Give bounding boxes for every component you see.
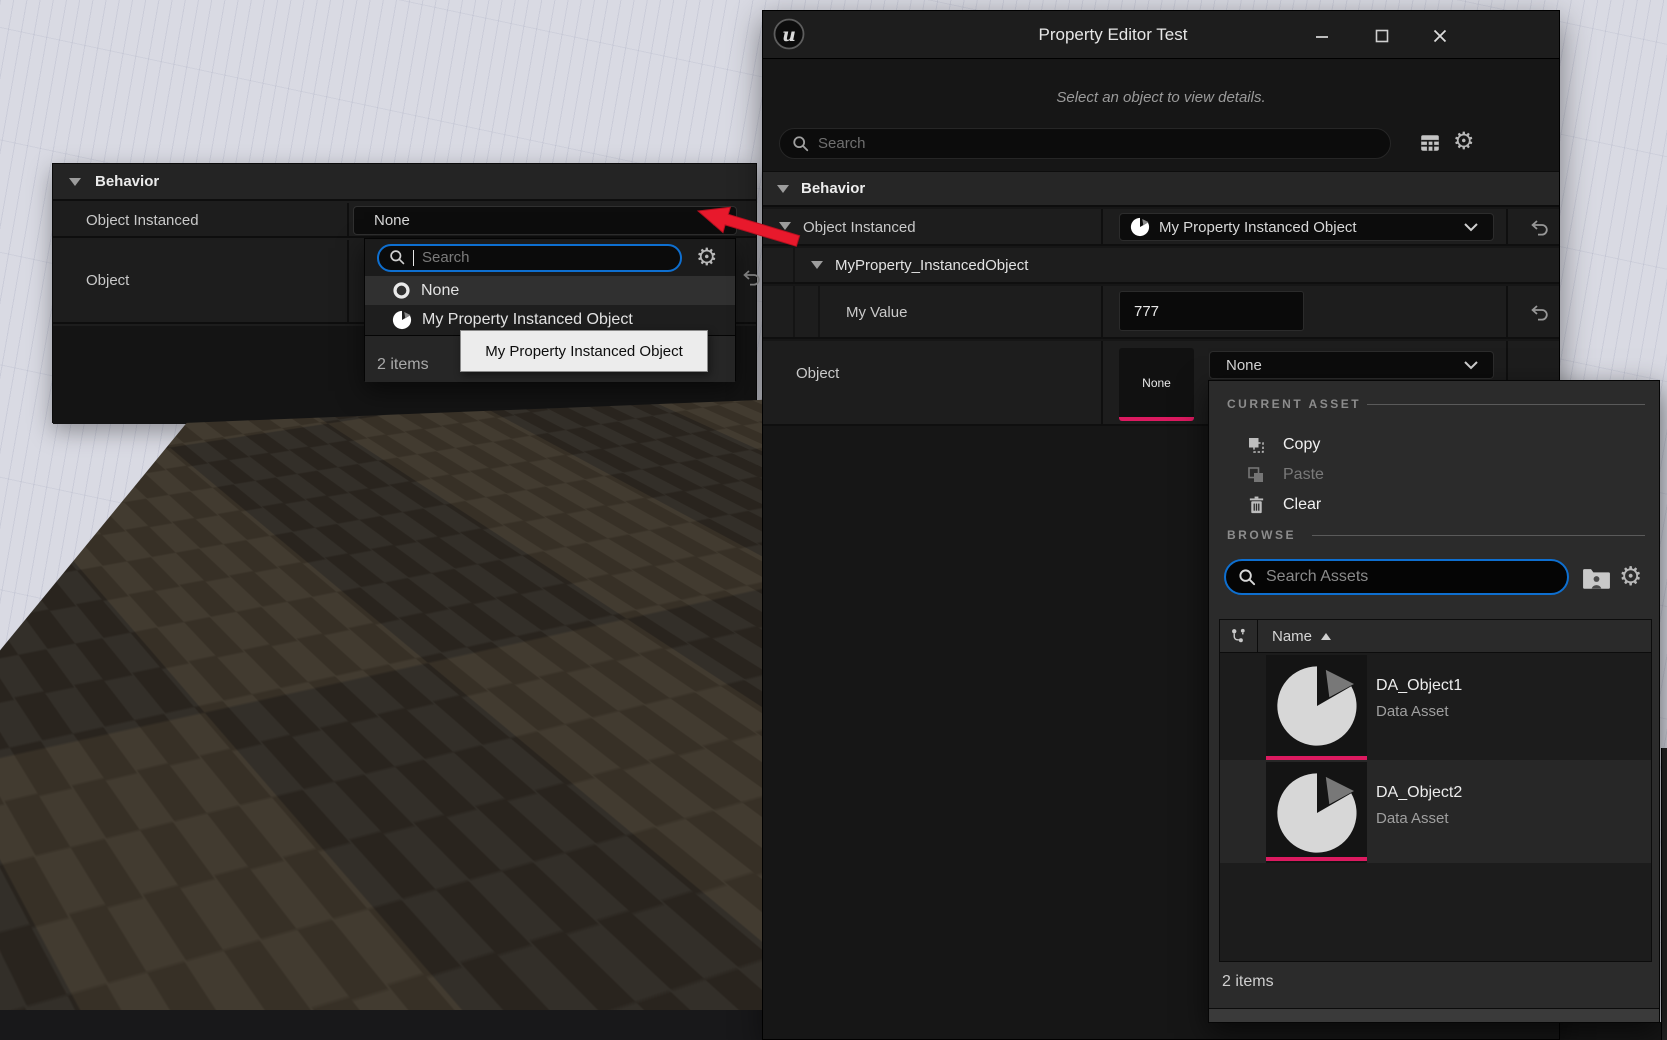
collapse-caret-icon[interactable]	[777, 185, 789, 193]
close-button[interactable]	[1427, 25, 1453, 47]
unreal-engine-logo-icon: u	[772, 17, 806, 51]
menu-item-clear[interactable]: Clear	[1209, 490, 1659, 520]
object-instanced-row: Object Instanced None	[53, 203, 756, 238]
details-panel-left: Behavior Object Instanced None Object	[52, 163, 757, 423]
asset-search-input[interactable]	[1266, 568, 1513, 586]
my-value-input[interactable]	[1119, 291, 1304, 331]
gear-icon[interactable]: ⚙	[1453, 130, 1475, 154]
asset-browser-folder-icon[interactable]	[1582, 567, 1611, 590]
browse-header: BROWSE	[1227, 528, 1296, 542]
dropdown-search-field[interactable]	[377, 244, 682, 272]
menu-resize-strip[interactable]	[1209, 1008, 1659, 1022]
name-column-header[interactable]: Name	[1272, 628, 1312, 645]
asset-name: DA_Object1	[1376, 677, 1462, 695]
screenshot-root: Behavior Object Instanced None Object	[0, 0, 1667, 1040]
instanced-object-pie-icon	[1130, 217, 1150, 237]
expander-caret-icon[interactable]	[811, 261, 823, 269]
asset-list-header[interactable]: Name	[1220, 620, 1651, 653]
details-search-field[interactable]	[779, 128, 1391, 159]
revision-control-column[interactable]	[1220, 620, 1258, 652]
minimize-button[interactable]	[1309, 25, 1335, 47]
dropdown-search-row: ⚙	[365, 239, 735, 276]
combobox-value: My Property Instanced Object	[1159, 219, 1357, 236]
menu-item-paste[interactable]: Paste	[1209, 460, 1659, 490]
paste-icon	[1246, 465, 1266, 485]
subobject-header-label: MyProperty_InstancedObject	[835, 257, 1028, 274]
tooltip: My Property Instanced Object	[460, 330, 708, 372]
property-label: Object	[86, 272, 129, 289]
select-object-hint: Select an object to view details.	[763, 89, 1559, 106]
behavior-section-header[interactable]: Behavior	[53, 164, 756, 201]
details-search-row: ⚙	[779, 128, 1545, 159]
dropdown-item-count: 2 items	[377, 356, 429, 374]
object-asset-combobox[interactable]: None	[1209, 351, 1494, 379]
asset-count-footer: 2 items	[1222, 973, 1274, 991]
data-asset-pie-thumbnail	[1266, 655, 1367, 756]
property-label: Object Instanced	[803, 219, 916, 236]
section-divider	[1367, 404, 1645, 405]
section-title: Behavior	[801, 180, 865, 197]
instanced-object-combobox[interactable]: My Property Instanced Object	[1119, 213, 1494, 241]
section-divider	[1312, 535, 1645, 536]
revert-to-default-icon[interactable]	[741, 267, 763, 289]
menu-item-copy[interactable]: Copy	[1209, 430, 1659, 460]
asset-search-field[interactable]	[1224, 559, 1569, 595]
combobox-value: None	[1226, 357, 1262, 374]
asset-type: Data Asset	[1376, 703, 1449, 720]
none-ring-icon	[392, 281, 411, 300]
property-label: My Value	[846, 304, 907, 321]
property-editor-window: u Property Editor Test Select an object …	[762, 10, 1560, 1040]
instanced-object-subheader-row[interactable]: MyProperty_InstancedObject	[763, 248, 1559, 284]
dropdown-search-input[interactable]	[422, 249, 626, 266]
chevron-down-icon	[1463, 360, 1479, 370]
dropdown-item-none[interactable]: None	[365, 276, 735, 305]
chevron-down-icon	[1463, 222, 1479, 232]
sort-ascending-icon	[1321, 633, 1331, 640]
search-icon	[389, 249, 406, 266]
window-titlebar[interactable]: u Property Editor Test	[763, 11, 1559, 59]
svg-text:u: u	[782, 24, 796, 46]
revision-control-branch-icon	[1229, 627, 1248, 646]
maximize-button[interactable]	[1369, 25, 1395, 47]
asset-row-da-object2[interactable]: DA_Object2 Data Asset	[1220, 760, 1651, 863]
gear-icon[interactable]: ⚙	[1619, 563, 1642, 589]
display-settings-grid-icon[interactable]	[1419, 132, 1441, 154]
revert-to-default-icon[interactable]	[1529, 302, 1551, 324]
asset-type: Data Asset	[1376, 810, 1449, 827]
text-cursor	[413, 250, 414, 266]
property-label: Object	[796, 365, 839, 382]
viewport-bottom-bar	[0, 1008, 762, 1040]
revert-to-default-icon[interactable]	[1529, 217, 1551, 239]
copy-icon	[1246, 435, 1266, 455]
details-search-input[interactable]	[818, 135, 1296, 152]
section-title: Behavior	[95, 173, 159, 190]
instanced-object-pie-icon	[392, 310, 412, 330]
window-title: Property Editor Test	[963, 25, 1263, 45]
current-asset-header: CURRENT ASSET	[1227, 397, 1361, 411]
asset-row-da-object1[interactable]: DA_Object1 Data Asset	[1220, 653, 1651, 760]
search-icon	[792, 135, 810, 153]
trash-icon	[1247, 495, 1266, 515]
behavior-section-header[interactable]: Behavior	[763, 171, 1559, 207]
asset-list: Name DA_Object1 Data Asset	[1219, 619, 1652, 962]
my-value-row: My Value	[763, 286, 1559, 339]
thumbnail-label: None	[1142, 376, 1171, 390]
background-window-edge	[1661, 748, 1667, 1040]
asset-name: DA_Object2	[1376, 784, 1462, 802]
bottom-right-fill	[1560, 1022, 1667, 1040]
object-asset-thumbnail[interactable]: None	[1119, 348, 1194, 421]
asset-picker-menu: CURRENT ASSET Copy Paste	[1208, 380, 1660, 1023]
data-asset-pie-thumbnail	[1266, 762, 1367, 863]
annotation-arrow	[690, 203, 808, 253]
object-instanced-row: Object Instanced My Property Instanced O…	[763, 209, 1559, 246]
property-label: Object Instanced	[86, 212, 199, 229]
sphere-actor-sprite[interactable]	[697, 628, 757, 688]
data-asset-type-bar	[1266, 857, 1367, 861]
search-icon	[1238, 568, 1257, 587]
combobox-value: None	[374, 212, 410, 229]
collapse-caret-icon[interactable]	[69, 178, 81, 186]
object-instanced-combobox[interactable]: None	[353, 206, 737, 235]
